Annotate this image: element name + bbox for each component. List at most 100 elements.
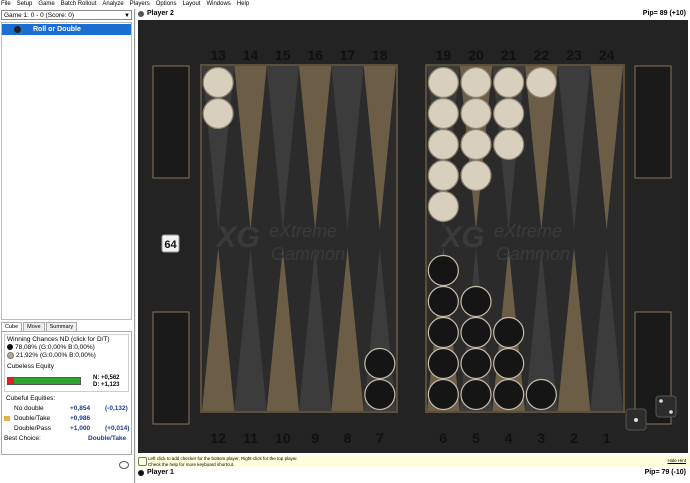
menu-item-players[interactable]: Players [127,0,153,9]
game-select[interactable]: Game 1: 0 - 0 (Score: 0) ▼ [1,10,132,20]
chevron-down-icon: ▼ [124,13,130,19]
light-checker[interactable] [525,66,557,99]
winning-chances-box[interactable]: Winning Chances ND (click for D/T) 78,08… [4,334,129,392]
point-number: 2 [570,430,578,446]
point-number: 18 [372,47,388,63]
row-equity: +0,986 [70,415,91,422]
menu-item-batch-rollout[interactable]: Batch Rollout [58,0,100,9]
menu-item-file[interactable]: File [0,0,14,9]
table-row[interactable]: Double/Pass +1,000 (+0,014) [4,424,129,434]
light-checker[interactable] [493,66,525,99]
chances-bottom-player: 21,92% (G:0,00% B:0,00%) [7,352,126,360]
die-pip [659,399,663,403]
chances-title: Winning Chances ND (click for D/T) [7,336,110,343]
menu-item-windows[interactable]: Windows [203,0,233,9]
point-number: 24 [599,47,615,63]
dark-checker[interactable] [460,285,492,318]
bear-off-tray[interactable] [152,65,190,179]
best-choice-label: Best Choice: [4,435,41,442]
chat-icon[interactable] [119,461,129,469]
move-list[interactable]: Roll or Double [1,22,132,320]
light-checker[interactable] [427,190,459,223]
light-checker[interactable] [427,97,459,130]
hint-text: Left click to add checker for the bottom… [148,456,298,467]
row-diff: (-0,132) [105,405,128,412]
menu-item-options[interactable]: Options [153,0,180,9]
light-checker[interactable] [460,66,492,99]
row-label: Double/Pass [14,425,51,432]
watermark-text: Gammon [496,244,570,264]
light-checker[interactable] [460,159,492,192]
dark-checker[interactable] [364,347,396,380]
point-number: 10 [275,430,291,446]
best-choice-row: Best Choice: Double/Take [4,434,129,444]
point-number: 15 [275,47,291,63]
dark-checker[interactable] [493,316,525,349]
equity-bar-red [8,378,14,384]
player-icon [138,470,144,476]
table-row[interactable]: Double/Take +0,986 [4,414,129,424]
tab-move[interactable]: Move [23,322,45,331]
player-bottom-name: Player 1 [147,469,174,476]
bear-off-tray[interactable] [152,311,190,425]
point-number: 13 [210,47,226,63]
hint-line-1: Left click to add checker for the bottom… [148,456,298,461]
hide-hint-link[interactable]: Hide Hint [667,458,686,464]
dark-checker[interactable] [493,347,525,380]
dark-checker[interactable] [427,347,459,380]
light-checker[interactable] [427,159,459,192]
dark-checker[interactable] [460,347,492,380]
dark-checker[interactable] [460,378,492,411]
backgammon-board[interactable]: 13 12 14 11 15 10 16 9 17 8 18 7 19 6 20 5 21 4 22 3 23 2 24 1 X… [138,20,688,453]
dark-checker[interactable] [427,316,459,349]
cubeful-header: Cubeful Equities: [4,394,129,404]
point-number: 1 [603,430,611,446]
dark-checker[interactable] [427,254,459,287]
player-top-bar: Player 2 Pip= 89 (+10) [136,9,690,19]
list-item-selected[interactable]: Roll or Double [2,24,131,35]
light-checker[interactable] [493,97,525,130]
menu-item-setup[interactable]: Setup [14,0,36,9]
tab-cube[interactable]: Cube [1,322,23,331]
menu-item-game[interactable]: Game [35,0,57,9]
cube-analysis-panel: Winning Chances ND (click for D/T) 78,08… [1,331,132,455]
menu-item-help[interactable]: Help [234,0,252,9]
hint-icon [138,457,147,466]
menu-item-layout[interactable]: Layout [179,0,203,9]
hint-line-2: Check the help for more keyboard shortcu… [148,461,235,467]
dark-checker[interactable] [364,378,396,411]
light-checker[interactable] [202,97,234,130]
watermark-text: eXtreme [494,221,562,241]
chances-top-value: 78,08% (G:0,00% B:0,00%) [15,344,95,351]
dark-checker[interactable] [427,285,459,318]
player-icon [138,11,144,17]
chances-bottom-value: 21,92% (G:0,00% B:0,00%) [16,352,96,360]
chances-top-player: 78,08% (G:0,00% B:0,00%) [7,344,126,352]
checker-icon [14,26,21,33]
game-select-value: Game 1: 0 - 0 (Score: 0) [4,12,75,19]
equity-values: N: +0,562 D: +1,123 [93,375,120,389]
die-pip [634,418,638,422]
board-svg[interactable]: 13 12 14 11 15 10 16 9 17 8 18 7 19 6 20 5 21 4 22 3 23 2 24 1 X… [138,20,688,453]
table-row[interactable]: No double +0,854 (-0,132) [4,404,129,414]
point-number: 14 [243,47,259,63]
dark-checker[interactable] [460,316,492,349]
light-checker[interactable] [460,128,492,161]
cubeless-label: Cubeless Equity [7,363,54,371]
bear-off-tray[interactable] [634,65,672,179]
light-checker[interactable] [493,128,525,161]
cubeful-label: Cubeful Equities: [6,395,56,402]
light-checker[interactable] [202,66,234,99]
light-checker[interactable] [460,97,492,130]
left-panel: Game 1: 0 - 0 (Score: 0) ▼ Roll or Doubl… [0,9,135,483]
row-equity: +0,854 [70,405,91,412]
point-number: 17 [340,47,356,63]
light-checker[interactable] [427,128,459,161]
dark-checker[interactable] [525,378,557,411]
light-checker[interactable] [427,66,459,99]
dark-checker[interactable] [493,378,525,411]
tab-summary[interactable]: Summary [45,322,78,331]
menu-item-analyze[interactable]: Analyze [99,0,126,9]
die [655,395,677,418]
dark-checker[interactable] [427,378,459,411]
